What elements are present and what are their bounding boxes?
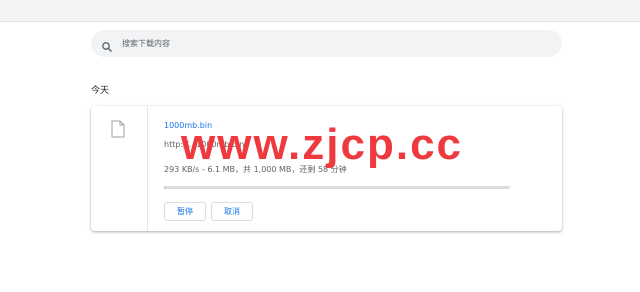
top-toolbar [0,0,640,22]
pause-button[interactable]: 暂停 [164,202,206,221]
search-icon [101,38,113,52]
file-icon [111,120,125,138]
watermark-text: www.zjcp.cc [181,120,464,169]
progress-bar [164,186,510,189]
search-input[interactable]: 搜索下载内容 [122,38,170,49]
card-divider [147,106,148,231]
progress-fill [164,186,167,189]
cancel-button[interactable]: 取消 [211,202,253,221]
search-bar[interactable]: 搜索下载内容 [91,30,562,57]
date-section-label: 今天 [91,86,110,96]
